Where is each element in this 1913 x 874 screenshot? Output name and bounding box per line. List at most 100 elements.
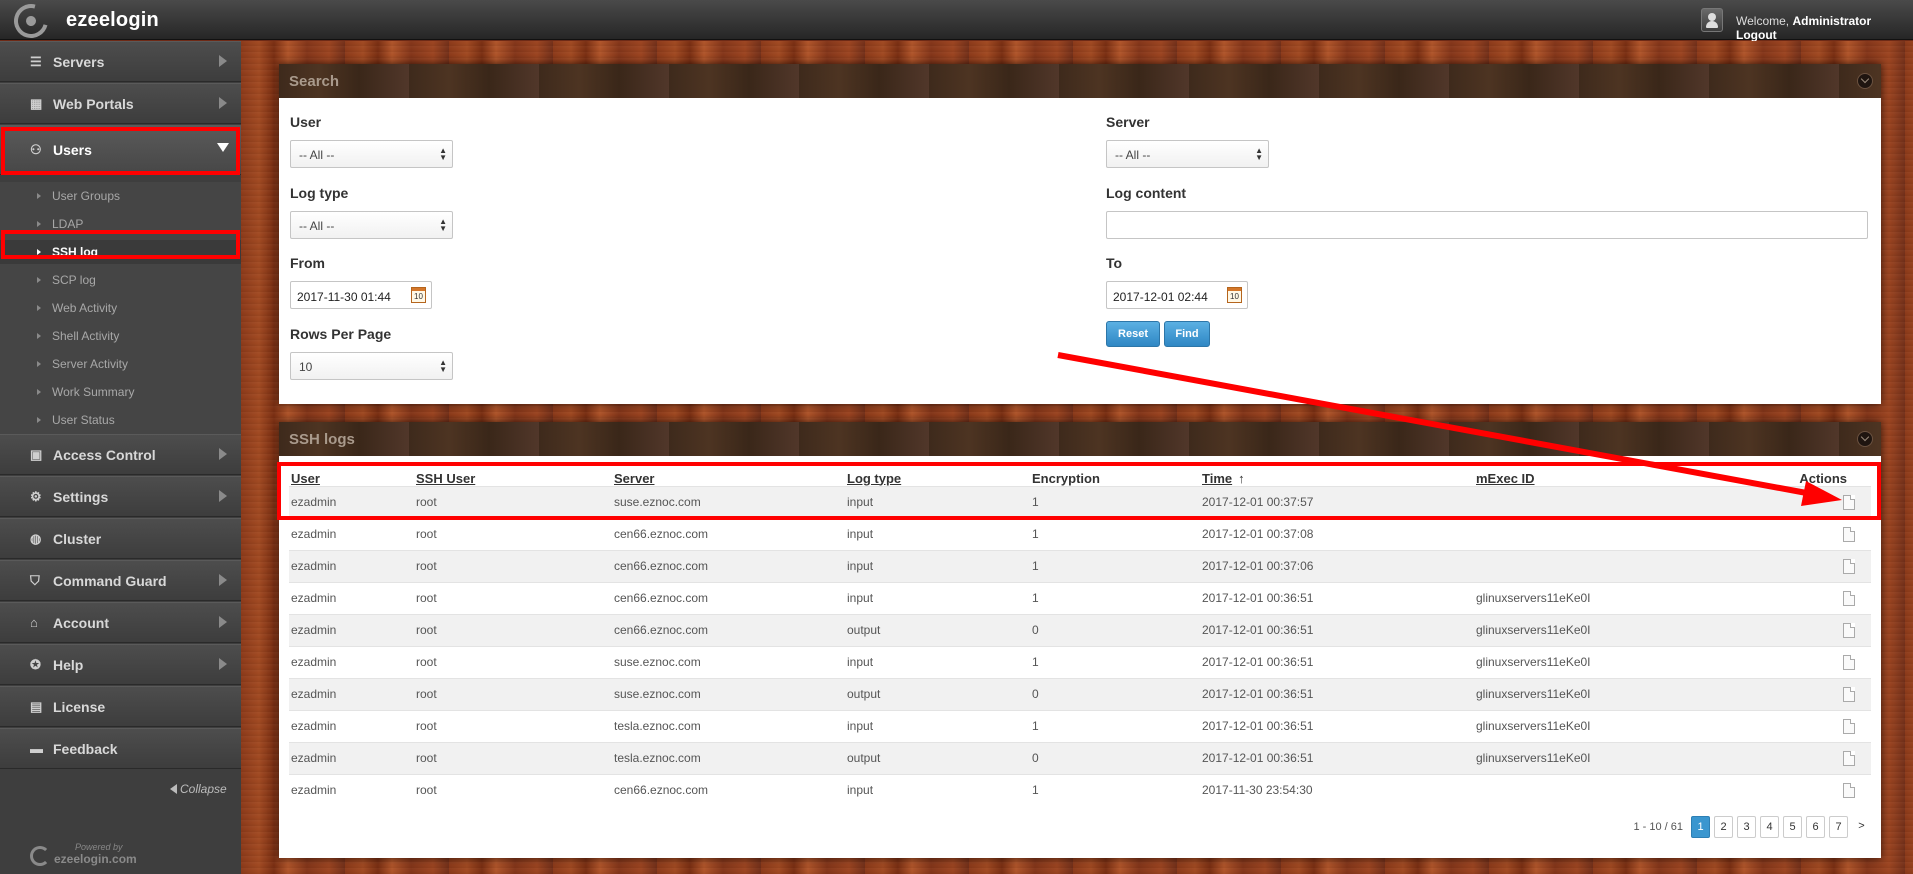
sidebar-item-settings[interactable]: ⚙ Settings [0, 476, 241, 517]
user-profile-icon[interactable] [1701, 8, 1723, 32]
next-page-button[interactable]: > [1852, 816, 1871, 838]
sidebar-item-command-guard[interactable]: ⛉ Command Guard [0, 560, 241, 601]
page-button-6[interactable]: 6 [1806, 816, 1825, 838]
view-log-document-icon[interactable] [1843, 750, 1855, 766]
table-row: ezadmin root tesla.eznoc.com output 0 2017-12… [289, 741, 1871, 774]
sidebar-item-account[interactable]: ⌂ Account [0, 602, 241, 643]
submenu-item-web-activity[interactable]: Web Activity [0, 296, 241, 320]
cell-mexec-id [1474, 549, 1704, 582]
sidebar-item-access-control[interactable]: ▣ Access Control [0, 434, 241, 475]
cell-log-type: input [845, 709, 1030, 742]
cell-log-type: input [845, 517, 1030, 550]
cell-user: ezadmin [289, 613, 414, 646]
sidebar-item-users[interactable]: ⚇ Users [0, 125, 241, 175]
submenu-item-ldap[interactable]: LDAP [0, 212, 241, 236]
bullet-icon [37, 249, 41, 255]
cell-user: ezadmin [289, 517, 414, 550]
ssh-logs-panel: SSH logs User SSH User Server Log type E… [279, 422, 1881, 858]
table-row: ezadmin root cen66.eznoc.com input 1 2017-12-… [289, 517, 1871, 550]
user-select[interactable]: -- All -- ▲ ▼ [290, 140, 453, 168]
view-log-document-icon[interactable] [1843, 526, 1855, 542]
cell-log-type: input [845, 645, 1030, 678]
cell-encryption: 1 [1030, 549, 1200, 582]
from-date-input[interactable]: 2017-11-30 01:44 10 [290, 281, 432, 309]
submenu-label: Shell Activity [52, 329, 120, 343]
current-user[interactable]: Administrator [1792, 14, 1871, 28]
table-header-row: User SSH User Server Log type Encryption… [289, 464, 1871, 486]
cell-mexec-id [1474, 773, 1704, 806]
log-content-input[interactable] [1106, 211, 1868, 239]
shield-icon: ⛉ [30, 573, 40, 588]
column-header-time[interactable]: Time ↑ [1200, 464, 1474, 486]
submenu-item-user-groups[interactable]: User Groups [0, 184, 241, 208]
panel-title: Search [289, 73, 340, 90]
sidebar: ☰ Servers ▦ Web Portals ⚇ Users User Gro… [0, 41, 241, 874]
submenu-label: SSH log [52, 245, 99, 259]
sidebar-item-cluster[interactable]: ◍ Cluster [0, 518, 241, 559]
submenu-item-work-summary[interactable]: Work Summary [0, 380, 241, 404]
input-value: 2017-11-30 01:44 [297, 290, 391, 304]
cell-encryption: 0 [1030, 741, 1200, 774]
column-header-mexec-id[interactable]: mExec ID [1474, 464, 1704, 486]
sidebar-item-label: Help [53, 657, 84, 673]
column-header-server[interactable]: Server [612, 464, 845, 486]
view-log-document-icon[interactable] [1843, 654, 1855, 670]
submenu-item-user-status[interactable]: User Status [0, 408, 241, 432]
find-button[interactable]: Find [1164, 321, 1210, 347]
to-date-input[interactable]: 2017-12-01 02:44 10 [1106, 281, 1248, 309]
cell-ssh-user: root [414, 549, 612, 582]
bullet-icon [37, 277, 41, 283]
view-log-document-icon[interactable] [1843, 494, 1855, 510]
home-icon: ⌂ [30, 615, 38, 630]
cell-ssh-user: root [414, 773, 612, 806]
column-header-log-type[interactable]: Log type [845, 464, 1030, 486]
sidebar-item-label: Servers [53, 54, 105, 70]
view-log-document-icon[interactable] [1843, 558, 1855, 574]
to-label: To [1106, 255, 1123, 271]
page-button-7[interactable]: 7 [1829, 816, 1848, 838]
sidebar-item-label: Feedback [53, 741, 118, 757]
app-name: ezeelogin [66, 9, 159, 31]
page-button-4[interactable]: 4 [1760, 816, 1779, 838]
submenu-item-scp-log[interactable]: SCP log [0, 268, 241, 292]
sidebar-item-license[interactable]: ▤ License [0, 686, 241, 727]
column-header-user[interactable]: User [289, 464, 414, 486]
server-select[interactable]: -- All -- ▲ ▼ [1106, 140, 1269, 168]
submenu-item-ssh-log[interactable]: SSH log [0, 240, 241, 264]
collapse-sidebar-button[interactable]: Collapse [170, 782, 227, 796]
page-button-1[interactable]: 1 [1691, 816, 1710, 838]
cell-mexec-id: glinuxservers11eKe0I [1474, 677, 1704, 710]
log-type-select[interactable]: -- All -- ▲ ▼ [290, 211, 453, 239]
page-button-3[interactable]: 3 [1737, 816, 1756, 838]
submenu-item-shell-activity[interactable]: Shell Activity [0, 324, 241, 348]
sidebar-item-web-portals[interactable]: ▦ Web Portals [0, 83, 241, 124]
sidebar-item-help[interactable]: ✪ Help [0, 644, 241, 685]
table-row: ezadmin root cen66.eznoc.com input 1 2017-11-… [289, 773, 1871, 806]
column-header-actions: Actions [1799, 470, 1847, 486]
collapse-panel-icon[interactable] [1857, 431, 1873, 447]
sidebar-item-servers[interactable]: ☰ Servers [0, 41, 241, 82]
collapse-panel-icon[interactable] [1857, 73, 1873, 89]
sidebar-item-feedback[interactable]: ▬ Feedback [0, 728, 241, 769]
table-row: ezadmin root cen66.eznoc.com input 1 2017-12-… [289, 581, 1871, 614]
submenu-item-server-activity[interactable]: Server Activity [0, 352, 241, 376]
bullet-icon [37, 193, 41, 199]
cell-mexec-id: glinuxservers11eKe0I [1474, 581, 1704, 614]
page-button-2[interactable]: 2 [1714, 816, 1733, 838]
column-header-ssh-user[interactable]: SSH User [414, 464, 612, 486]
calendar-icon[interactable]: 10 [1227, 287, 1242, 303]
cell-ssh-user: root [414, 645, 612, 678]
view-log-document-icon[interactable] [1843, 590, 1855, 606]
welcome-prefix: Welcome, [1736, 14, 1790, 28]
view-log-document-icon[interactable] [1843, 686, 1855, 702]
sort-ascending-icon: ↑ [1238, 470, 1245, 486]
table-body: ezadmin root suse.eznoc.com input 1 2017-12-0… [289, 485, 1871, 806]
logout-link[interactable]: Logout [1736, 28, 1777, 42]
view-log-document-icon[interactable] [1843, 622, 1855, 638]
calendar-icon[interactable]: 10 [411, 287, 426, 303]
page-button-5[interactable]: 5 [1783, 816, 1802, 838]
reset-button[interactable]: Reset [1106, 321, 1160, 347]
rows-per-page-select[interactable]: 10 ▲ ▼ [290, 352, 453, 380]
view-log-document-icon[interactable] [1843, 782, 1855, 798]
view-log-document-icon[interactable] [1843, 718, 1855, 734]
